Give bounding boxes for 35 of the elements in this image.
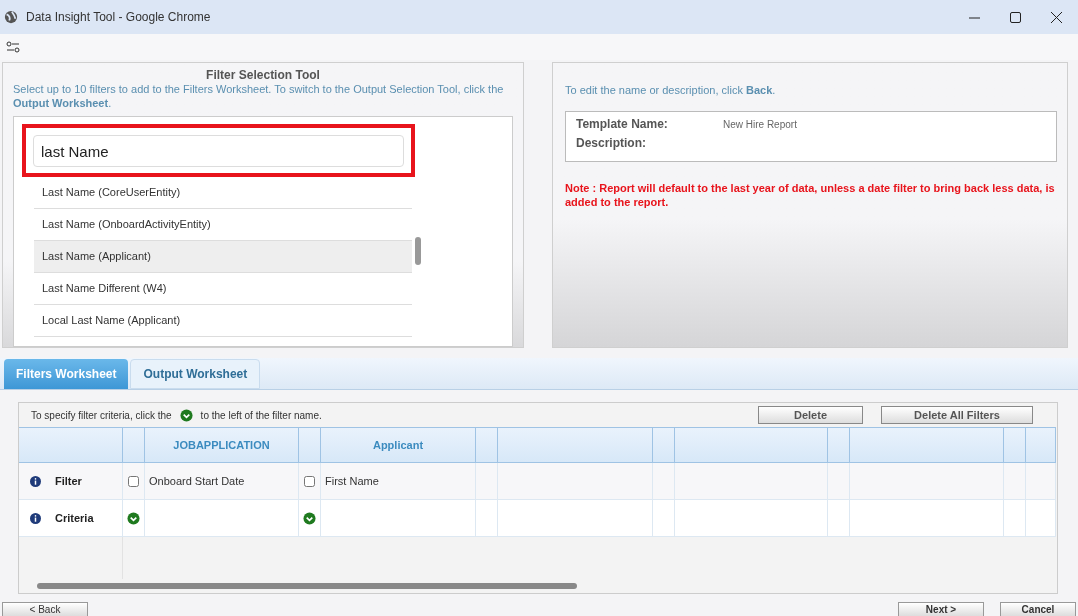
filter-checkbox[interactable] — [128, 475, 139, 487]
filter-name: First Name — [325, 473, 379, 489]
criteria-expand-icon[interactable] — [303, 511, 316, 525]
search-field[interactable]: last Name — [33, 135, 404, 167]
next-button[interactable]: Next > — [898, 602, 984, 616]
maximize-icon[interactable] — [1010, 11, 1021, 23]
tab[interactable]: Output Worksheet — [130, 359, 261, 389]
cancel-button[interactable]: Cancel — [1000, 602, 1076, 616]
delete-button[interactable]: Delete All Filters — [881, 406, 1033, 424]
delete-button[interactable]: Delete — [758, 406, 863, 424]
row-label: Criteria — [55, 510, 94, 526]
instructions-text: Select up to 10 filters to add to the Filters Worksheet. To switch to the Output Selection Tool, click the Output Worksheet. — [13, 82, 505, 110]
close-icon[interactable] — [1051, 11, 1062, 23]
hint-text: To specify filter criteria, click the — [31, 408, 172, 423]
info-icon[interactable] — [30, 512, 41, 524]
row-label: Filter — [55, 473, 82, 489]
result-item[interactable]: Last Name (Applicant) — [34, 241, 412, 273]
back-button[interactable]: < Back — [2, 602, 88, 616]
expand-icon[interactable] — [179, 408, 193, 422]
settings-icon[interactable] — [6, 41, 20, 53]
hint-text: to the left of the filter name. — [200, 408, 322, 423]
filter-checkbox[interactable] — [304, 475, 315, 487]
globe-icon — [4, 10, 18, 24]
note-text: Note : Report will default to the last year of data, unless a date filter to bring back less data, is added to the report. — [565, 180, 1055, 209]
panel-title: Filter Selection Tool — [205, 68, 321, 82]
instructions-text: To edit the name or description, click Back. — [565, 83, 777, 98]
column-header: JOBAPPLICATION — [145, 428, 299, 462]
field-label: Template Name: — [576, 117, 669, 131]
info-icon[interactable] — [30, 475, 41, 487]
column-header: Applicant — [321, 428, 476, 462]
criteria-expand-icon[interactable] — [127, 511, 140, 525]
filter-name: Onboard Start Date — [149, 473, 245, 489]
field-label: Description: — [576, 136, 647, 150]
field-value: New Hire Report — [723, 117, 797, 131]
window-title: Data Insight Tool - Google Chrome — [26, 9, 211, 26]
